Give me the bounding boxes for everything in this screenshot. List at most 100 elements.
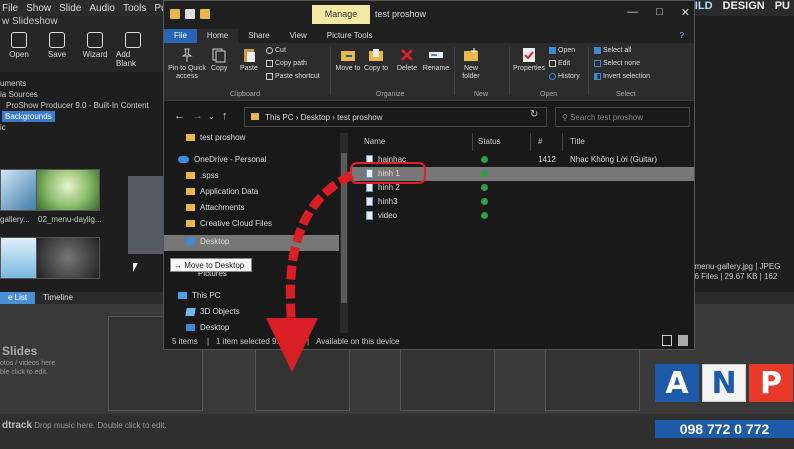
select-none-button[interactable]: Select none <box>594 60 640 67</box>
nav-item-spss[interactable]: .spss <box>186 171 219 180</box>
scrollbar-thumb[interactable] <box>341 153 347 303</box>
column-header-name[interactable]: Name <box>364 137 385 146</box>
paste-button[interactable]: Paste <box>240 47 258 73</box>
recent-chevron-icon[interactable]: ⌄ <box>208 112 215 121</box>
menu-show[interactable]: Show <box>26 3 51 14</box>
search-input[interactable]: ⚲ Search test proshow <box>555 107 690 127</box>
close-icon[interactable]: ✕ <box>681 6 690 19</box>
help-icon[interactable]: ? <box>670 29 694 43</box>
large-icons-view-icon[interactable] <box>678 335 688 346</box>
forward-arrow-icon[interactable]: → <box>192 110 203 122</box>
nav-item-desktop-2[interactable]: Desktop <box>186 323 229 332</box>
select-all-button[interactable]: Select all <box>594 47 631 54</box>
thumbnail-dark[interactable] <box>36 237 100 279</box>
tab-file[interactable]: File <box>164 29 197 43</box>
address-bar[interactable]: This PC › Desktop › test proshow <box>244 107 547 127</box>
move-to-button[interactable]: Move to <box>334 47 362 73</box>
column-separator[interactable] <box>472 133 473 151</box>
tab-picture-tools[interactable]: Picture Tools <box>317 29 383 43</box>
nav-item-attachments[interactable]: Attachments <box>186 203 244 212</box>
paste-icon <box>243 49 255 62</box>
new-folder-icon[interactable] <box>200 9 210 19</box>
edit-button[interactable]: Edit <box>549 60 570 67</box>
pin-quick-access-button[interactable]: Pin to Quick access <box>168 47 206 81</box>
nav-item-application-data[interactable]: Application Data <box>186 187 258 196</box>
status-synced-icon <box>481 170 488 177</box>
up-arrow-icon[interactable]: ↑ <box>222 110 228 122</box>
wizard-button[interactable]: Wizard <box>78 32 112 72</box>
refresh-icon[interactable]: ↻ <box>530 109 538 120</box>
save-button[interactable]: Save <box>40 32 74 72</box>
nav-scrollbar[interactable] <box>340 133 348 333</box>
new-folder-button[interactable]: New folder <box>458 47 484 81</box>
column-separator[interactable] <box>562 133 563 151</box>
table-row[interactable]: hinh3 <box>350 195 694 209</box>
paste-shortcut-button[interactable]: Paste shortcut <box>266 73 320 80</box>
search-placeholder: Search test proshow <box>570 113 644 122</box>
column-header-status[interactable]: Status <box>478 137 501 146</box>
delete-button[interactable]: Delete <box>394 47 420 73</box>
history-button[interactable]: History <box>549 73 580 80</box>
properties-button[interactable]: Properties <box>512 47 546 73</box>
add-blank-button[interactable]: Add Blank <box>116 32 150 72</box>
nav-item-test-proshow[interactable]: test proshow <box>186 133 245 142</box>
details-view-icon[interactable] <box>662 335 672 346</box>
add-blank-icon <box>125 32 141 48</box>
tree-item-builtin[interactable]: ProShow Producer 9.0 - Built-In Content <box>0 100 165 111</box>
open-button[interactable]: Open <box>2 32 36 72</box>
thumbnail-daylight[interactable] <box>36 169 100 211</box>
search-icon: ⚲ <box>562 113 571 122</box>
new-folder-icon <box>464 48 478 61</box>
rename-button[interactable]: Rename <box>422 47 450 73</box>
nav-item-desktop[interactable]: Desktop <box>186 237 229 246</box>
nav-label: 3D Objects <box>200 307 240 316</box>
manage-tab[interactable]: Manage <box>312 5 370 24</box>
nav-item-this-pc[interactable]: This PC <box>178 291 220 300</box>
invert-selection-button[interactable]: Invert selection <box>594 73 650 80</box>
nav-item-creative-cloud[interactable]: Creative Cloud Files <box>186 219 272 228</box>
breadcrumb-test-proshow[interactable]: test proshow <box>337 113 382 122</box>
menu-slide[interactable]: Slide <box>59 3 81 14</box>
new-folder-label: New folder <box>462 65 480 80</box>
tab-timeline[interactable]: Timeline <box>35 292 81 304</box>
invert-selection-label: Invert selection <box>603 73 651 80</box>
nav-item-3d-objects[interactable]: 3D Objects <box>185 307 240 316</box>
table-row[interactable]: video <box>350 209 694 223</box>
status-synced-icon <box>481 212 488 219</box>
breadcrumb-this-pc[interactable]: This PC <box>265 113 293 122</box>
copy-button[interactable]: Copy <box>211 47 227 73</box>
column-separator[interactable] <box>530 133 531 151</box>
breadcrumb-desktop[interactable]: Desktop <box>301 113 330 122</box>
tree-item-backgrounds[interactable]: Backgrounds <box>2 111 55 122</box>
open-button[interactable]: Open <box>549 47 575 54</box>
tab-home[interactable]: Home <box>196 29 239 43</box>
cut-button[interactable]: Cut <box>266 47 286 54</box>
tab-slide-list[interactable]: e List <box>0 292 36 304</box>
tab-publish[interactable]: PU <box>775 0 790 16</box>
slides-hint-2: ble click to edit. <box>0 369 48 376</box>
maximize-icon[interactable]: □ <box>656 6 663 19</box>
group-clipboard: Clipboard <box>230 91 260 98</box>
minimize-icon[interactable]: — <box>627 6 638 19</box>
tree-item-documents[interactable]: uments <box>0 78 165 89</box>
menu-tools[interactable]: Tools <box>123 3 146 14</box>
column-header-title[interactable]: Title <box>570 137 585 146</box>
back-arrow-icon[interactable]: ← <box>174 110 185 122</box>
menu-file[interactable]: File <box>2 3 18 14</box>
copy-path-button[interactable]: Copy path <box>266 60 307 67</box>
edit-icon <box>549 60 556 67</box>
tab-share[interactable]: Share <box>238 29 279 43</box>
tab-design[interactable]: DESIGN <box>723 0 765 16</box>
column-header-number[interactable]: # <box>538 137 542 146</box>
image-file-icon <box>366 183 373 192</box>
status-bar: 5 items | 1 item selected 9. | Available… <box>164 333 694 349</box>
nav-item-onedrive[interactable]: OneDrive - Personal <box>178 155 266 164</box>
tree-item-music[interactable]: ic <box>0 122 165 133</box>
tree-item-media-sources[interactable]: ia Sources <box>0 89 165 100</box>
address-row: ← → ⌄ ↑ This PC › Desktop › test proshow… <box>164 101 694 133</box>
tab-view[interactable]: View <box>280 29 317 43</box>
copy-to-button[interactable]: Copy to <box>362 47 390 73</box>
menu-audio[interactable]: Audio <box>89 3 115 14</box>
properties-icon[interactable] <box>185 9 195 19</box>
desktop-icon <box>186 238 195 245</box>
